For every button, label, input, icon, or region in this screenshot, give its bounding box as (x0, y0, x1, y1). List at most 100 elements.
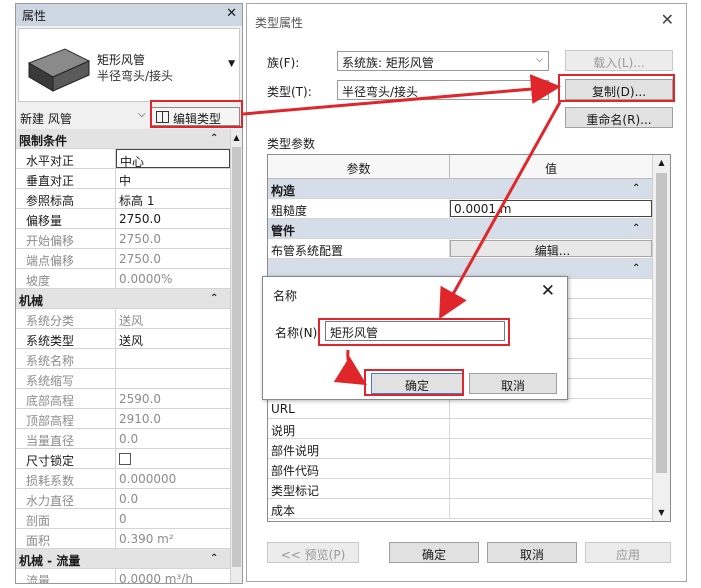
parameter-row[interactable]: 类型标记 (268, 479, 652, 499)
property-value[interactable]: 0.0 (116, 429, 230, 448)
column-parameter[interactable]: 参数 (268, 155, 450, 178)
parameter-row[interactable]: 部件代码 (268, 459, 652, 479)
dropdown-icon[interactable]: ▼ (228, 59, 235, 69)
property-row[interactable]: 水力直径 0.0 (16, 489, 230, 509)
parameter-value[interactable]: 0.0001 m (450, 200, 652, 217)
property-row[interactable]: 水平对正 中心 (16, 149, 230, 169)
properties-scrollbar[interactable]: ▲ (230, 129, 242, 583)
property-row[interactable]: 系统分类 送风 (16, 309, 230, 329)
scroll-up-icon[interactable]: ▲ (231, 129, 242, 142)
property-row[interactable]: 尺寸锁定 (16, 449, 230, 469)
property-row[interactable]: 开始偏移 2750.0 (16, 229, 230, 249)
parameter-value[interactable] (450, 499, 652, 518)
column-value[interactable]: 值 (450, 155, 652, 178)
property-row[interactable]: 当量直径 0.0 (16, 429, 230, 449)
collapse-icon[interactable]: ⌃ (210, 289, 230, 308)
grid-scrollbar[interactable]: ▲ ▼ (652, 155, 670, 521)
property-row[interactable]: 偏移量 2750.0 (16, 209, 230, 229)
name-cancel-button[interactable]: 取消 (469, 373, 557, 394)
parameter-value[interactable] (450, 439, 652, 458)
property-row[interactable]: 底部高程 2590.0 (16, 389, 230, 409)
parameter-value[interactable] (450, 419, 652, 438)
property-row[interactable]: 垂直对正中 (16, 169, 230, 189)
property-value[interactable]: 0 (116, 509, 230, 528)
chevron-down-icon[interactable]: ⌵ (138, 109, 146, 120)
property-value[interactable]: 2750.0 (116, 229, 230, 248)
property-value[interactable]: 2750.0 (116, 249, 230, 268)
parameter-row[interactable]: 成本 (268, 499, 652, 519)
checkbox[interactable] (119, 453, 131, 465)
close-icon[interactable]: ✕ (661, 10, 674, 29)
property-value[interactable]: 送风 (116, 309, 230, 328)
property-value[interactable]: 送风 (116, 329, 230, 348)
parameter-value[interactable] (450, 399, 652, 418)
property-value[interactable]: 0.0 (116, 489, 230, 508)
property-row[interactable]: 端点偏移 2750.0 (16, 249, 230, 269)
property-row[interactable]: 系统类型 送风 (16, 329, 230, 349)
property-name: 系统缩写 (16, 369, 116, 388)
collapse-icon[interactable]: ⌃ (632, 179, 652, 198)
property-value[interactable] (116, 449, 230, 468)
apply-button[interactable]: 应用 (585, 542, 671, 563)
property-value[interactable]: 标高 1 (116, 189, 230, 208)
property-value[interactable]: 2750.0 (116, 209, 230, 228)
parameter-row[interactable]: 说明 (268, 419, 652, 439)
property-row[interactable]: 面积 0.390 m² (16, 529, 230, 549)
property-row[interactable]: 系统名称 (16, 349, 230, 369)
property-row[interactable]: 流量 0.0000 m³/h (16, 569, 230, 583)
property-value[interactable]: 0.390 m² (116, 529, 230, 548)
section-header[interactable]: 机械 - 流量 ⌃ (16, 549, 230, 569)
property-value[interactable]: 0.000000 (116, 469, 230, 488)
type-selector[interactable]: 矩形风管 半径弯头/接头 ▼ (18, 28, 240, 102)
collapse-icon[interactable]: ⌃ (632, 219, 652, 238)
edit-config-button[interactable]: 编辑... (450, 240, 652, 258)
chevron-down-icon[interactable]: ⌵ (536, 55, 543, 65)
scroll-thumb[interactable] (232, 147, 241, 567)
preview-button[interactable]: << 预览(P) (267, 542, 359, 563)
property-row[interactable]: 剖面 0 (16, 509, 230, 529)
group-header[interactable]: 管件 ⌃ (268, 219, 652, 239)
rename-button[interactable]: 重命名(R)... (565, 107, 673, 128)
new-duct-label[interactable]: 新建 风管 (20, 110, 72, 127)
property-row[interactable]: 顶部高程 2910.0 (16, 409, 230, 429)
property-row[interactable]: 系统缩写 (16, 369, 230, 389)
parameter-row[interactable]: 布管系统配置 编辑... (268, 239, 652, 259)
collapse-icon[interactable]: ⌃ (210, 549, 230, 568)
type-combo[interactable]: 半径弯头/接头 ⌵ (337, 80, 549, 100)
load-button[interactable]: 载入(L)... (565, 50, 673, 71)
property-value[interactable]: 2910.0 (116, 409, 230, 428)
chevron-down-icon[interactable]: ⌵ (536, 84, 543, 94)
dialog-title: 类型属性 (255, 16, 304, 30)
property-row[interactable]: 坡度 0.0000% (16, 269, 230, 289)
collapse-icon[interactable]: ⌃ (632, 259, 652, 278)
section-header[interactable]: 限制条件 ⌃ (16, 129, 230, 149)
type-parameters-label: 类型参数 (267, 137, 316, 151)
scroll-down-icon[interactable]: ▼ (653, 505, 670, 521)
property-value[interactable]: 中 (116, 169, 230, 188)
property-value[interactable] (116, 369, 230, 388)
property-value[interactable]: 中心 (116, 149, 230, 168)
family-combo[interactable]: 系统族: 矩形风管 ⌵ (337, 51, 549, 71)
collapse-icon[interactable]: ⌃ (210, 129, 230, 148)
scroll-thumb[interactable] (656, 173, 667, 473)
ok-button[interactable]: 确定 (389, 542, 479, 563)
section-header[interactable]: 机械 ⌃ (16, 289, 230, 309)
property-row[interactable]: 参照标高 标高 1 (16, 189, 230, 209)
property-value[interactable]: 0.0000 m³/h (116, 569, 230, 583)
group-header[interactable]: 构造 ⌃ (268, 179, 652, 199)
parameter-value[interactable] (450, 459, 652, 478)
scroll-up-icon[interactable]: ▲ (653, 155, 670, 171)
parameter-value[interactable] (450, 479, 652, 498)
property-value[interactable] (116, 349, 230, 368)
property-row[interactable]: 损耗系数 0.000000 (16, 469, 230, 489)
parameter-row[interactable]: URL (268, 399, 652, 419)
property-name: 偏移量 (16, 209, 116, 228)
property-value[interactable]: 2590.0 (116, 389, 230, 408)
cancel-button[interactable]: 取消 (487, 542, 577, 563)
parameter-row[interactable]: 部件说明 (268, 439, 652, 459)
property-name: 开始偏移 (16, 229, 116, 248)
close-icon[interactable]: ✕ (541, 281, 555, 301)
property-value[interactable]: 0.0000% (116, 269, 230, 288)
close-icon[interactable]: ✕ (226, 6, 237, 21)
parameter-row[interactable]: 粗糙度 0.0001 m (268, 199, 652, 219)
